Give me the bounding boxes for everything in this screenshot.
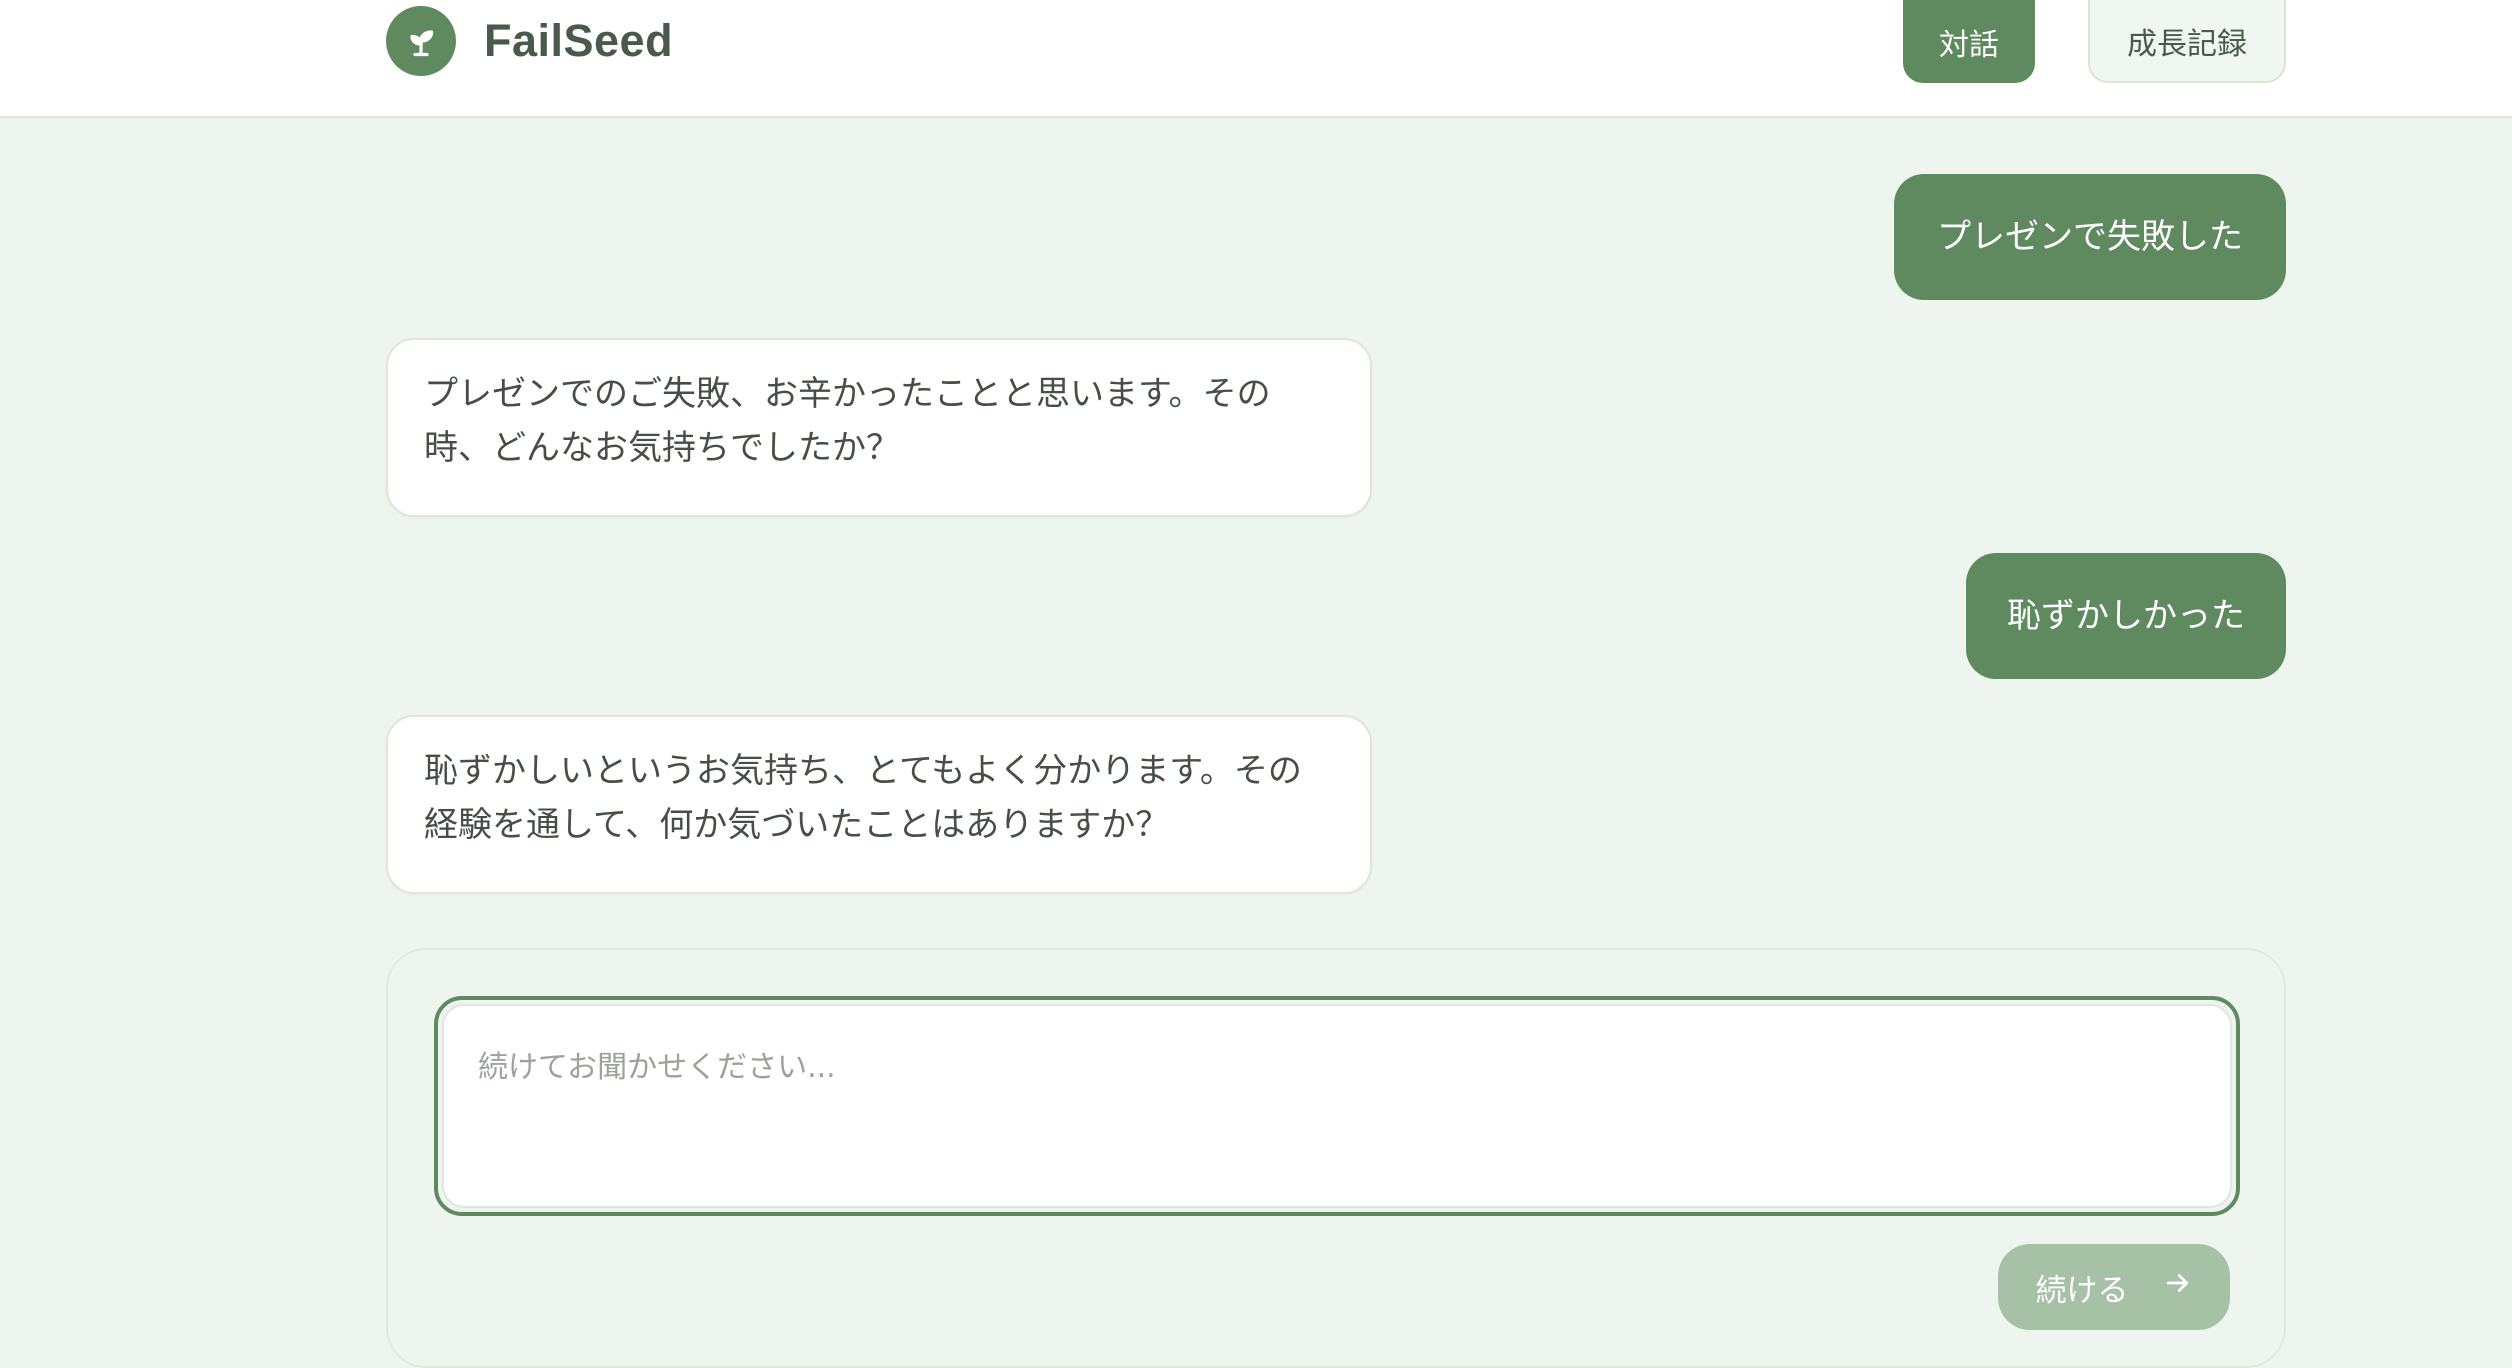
assistant-message: 恥ずかしいというお気持ち、とてもよく分かります。その経験を通して、何か気づいたこ… — [386, 715, 1372, 894]
brand-name: FailSeed — [484, 15, 674, 66]
nav-tab-growth-record[interactable]: 成長記録 — [2088, 0, 2286, 83]
send-button[interactable]: 続ける — [1998, 1244, 2230, 1330]
user-message: 恥ずかしかった — [1966, 553, 2286, 679]
send-button-label: 続ける — [2035, 1272, 2129, 1309]
sprout-icon — [386, 6, 456, 76]
assistant-message: プレゼンでのご失敗、お辛かったことと思います。その時、どんなお気持ちでしたか？ — [386, 338, 1372, 517]
message-input-wrapper — [434, 996, 2240, 1216]
arrow-right-icon — [2163, 1268, 2193, 1306]
user-message: プレゼンで失敗した — [1894, 174, 2286, 300]
nav-tab-dialogue[interactable]: 対話 — [1903, 0, 2035, 83]
main-nav: 対話 成長記録 — [1903, 0, 2286, 83]
brand[interactable]: FailSeed — [386, 6, 673, 76]
app-header: FailSeed 対話 成長記録 — [0, 0, 2512, 118]
message-input[interactable] — [442, 1004, 2232, 1208]
message-composer: 続ける — [386, 948, 2286, 1368]
